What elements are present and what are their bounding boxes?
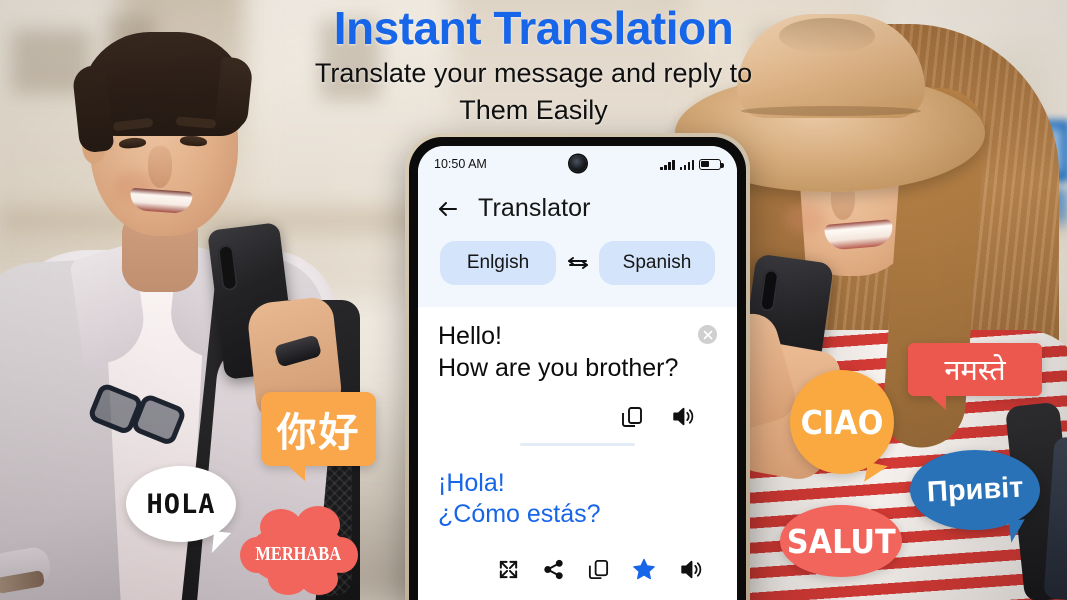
signal-bars-icon-secondary bbox=[679, 159, 694, 170]
panel-divider bbox=[520, 443, 635, 446]
speech-bubble-hola: HOLA bbox=[126, 466, 236, 555]
status-bar: 10:50 AM bbox=[418, 146, 737, 182]
app-title: Translator bbox=[478, 194, 591, 222]
man-phone-camera bbox=[217, 243, 239, 292]
bubble-text: SALUT bbox=[786, 521, 896, 561]
bubble-text: 你好 bbox=[276, 411, 361, 455]
translated-text: ¡Hola! ¿Cómo estás? bbox=[438, 468, 717, 531]
status-bar-time: 10:50 AM bbox=[434, 157, 487, 171]
battery-icon bbox=[699, 158, 724, 170]
bubble-text: CIAO bbox=[800, 402, 884, 442]
man-nose bbox=[148, 146, 172, 188]
page-title: Instant Translation bbox=[333, 2, 734, 54]
language-selector: Enlgish Spanish bbox=[418, 237, 737, 307]
bubble-text: Привіт bbox=[925, 470, 1024, 509]
app-bar: Translator bbox=[418, 182, 737, 237]
page-subtitle-line-2: Them Easily bbox=[459, 94, 608, 125]
signal-bars-icon bbox=[660, 159, 675, 170]
copy-icon[interactable] bbox=[587, 558, 610, 581]
source-text-line-2: How are you brother? bbox=[438, 353, 679, 382]
bubble-text: HOLA bbox=[146, 488, 216, 520]
speech-bubble-pryvit: Привіт bbox=[910, 450, 1040, 543]
speech-bubble-salut: SALUT bbox=[780, 505, 902, 577]
target-actions bbox=[438, 531, 717, 582]
clear-circle-x-icon[interactable] bbox=[698, 325, 717, 344]
target-text-panel: ¡Hola! ¿Cómo estás? bbox=[418, 452, 737, 600]
bubble-tail bbox=[1008, 519, 1028, 543]
woman-phone-camera bbox=[758, 268, 780, 313]
phone-bezel: 10:50 AM Translator Enlgish Spanish Hell… bbox=[409, 137, 746, 600]
speech-bubble-nihao: 你好 bbox=[261, 392, 376, 481]
speech-bubble-namaste: नमस्ते bbox=[908, 343, 1042, 410]
page-subtitle-line-1: Translate your message and reply to bbox=[314, 58, 753, 89]
phone-screen: 10:50 AM Translator Enlgish Spanish Hell… bbox=[418, 146, 737, 600]
bubble-cloud-lobe bbox=[300, 563, 338, 595]
front-camera-icon bbox=[569, 155, 586, 172]
source-actions bbox=[438, 384, 717, 429]
translated-text-line-2: ¿Cómo estás? bbox=[438, 500, 601, 528]
bubble-text: MERHABA bbox=[255, 542, 341, 565]
headline-block: Instant Translation Translate your messa… bbox=[0, 4, 1067, 125]
speaker-icon[interactable] bbox=[670, 404, 695, 429]
bubble-tail bbox=[928, 394, 946, 410]
expand-icon[interactable] bbox=[497, 558, 520, 581]
copy-icon[interactable] bbox=[620, 404, 644, 429]
speech-bubble-ciao: CIAO bbox=[790, 370, 894, 486]
target-language-chip[interactable]: Spanish bbox=[599, 241, 715, 285]
source-text-line-1: Hello! bbox=[438, 322, 502, 350]
bubble-tail bbox=[285, 463, 305, 481]
star-icon[interactable] bbox=[632, 557, 656, 581]
translated-text-line-1: ¡Hola! bbox=[438, 468, 505, 497]
source-language-chip[interactable]: Enlgish bbox=[440, 241, 556, 285]
speech-bubble-merhaba: MERHABA bbox=[240, 506, 358, 595]
source-text[interactable]: Hello! How are you brother? bbox=[438, 321, 683, 384]
status-bar-indicators bbox=[660, 158, 724, 170]
speaker-icon[interactable] bbox=[678, 557, 703, 582]
share-icon[interactable] bbox=[542, 558, 565, 581]
swap-arrows-icon[interactable] bbox=[563, 248, 593, 278]
bubble-tail bbox=[864, 462, 888, 486]
source-text-panel: Hello! How are you brother? bbox=[418, 307, 737, 452]
arrow-left-icon[interactable] bbox=[436, 197, 460, 221]
phone-mockup: 10:50 AM Translator Enlgish Spanish Hell… bbox=[405, 133, 750, 600]
woman-cheek bbox=[785, 204, 827, 234]
bubble-tail bbox=[211, 531, 232, 555]
bubble-text: नमस्ते bbox=[944, 355, 1006, 387]
